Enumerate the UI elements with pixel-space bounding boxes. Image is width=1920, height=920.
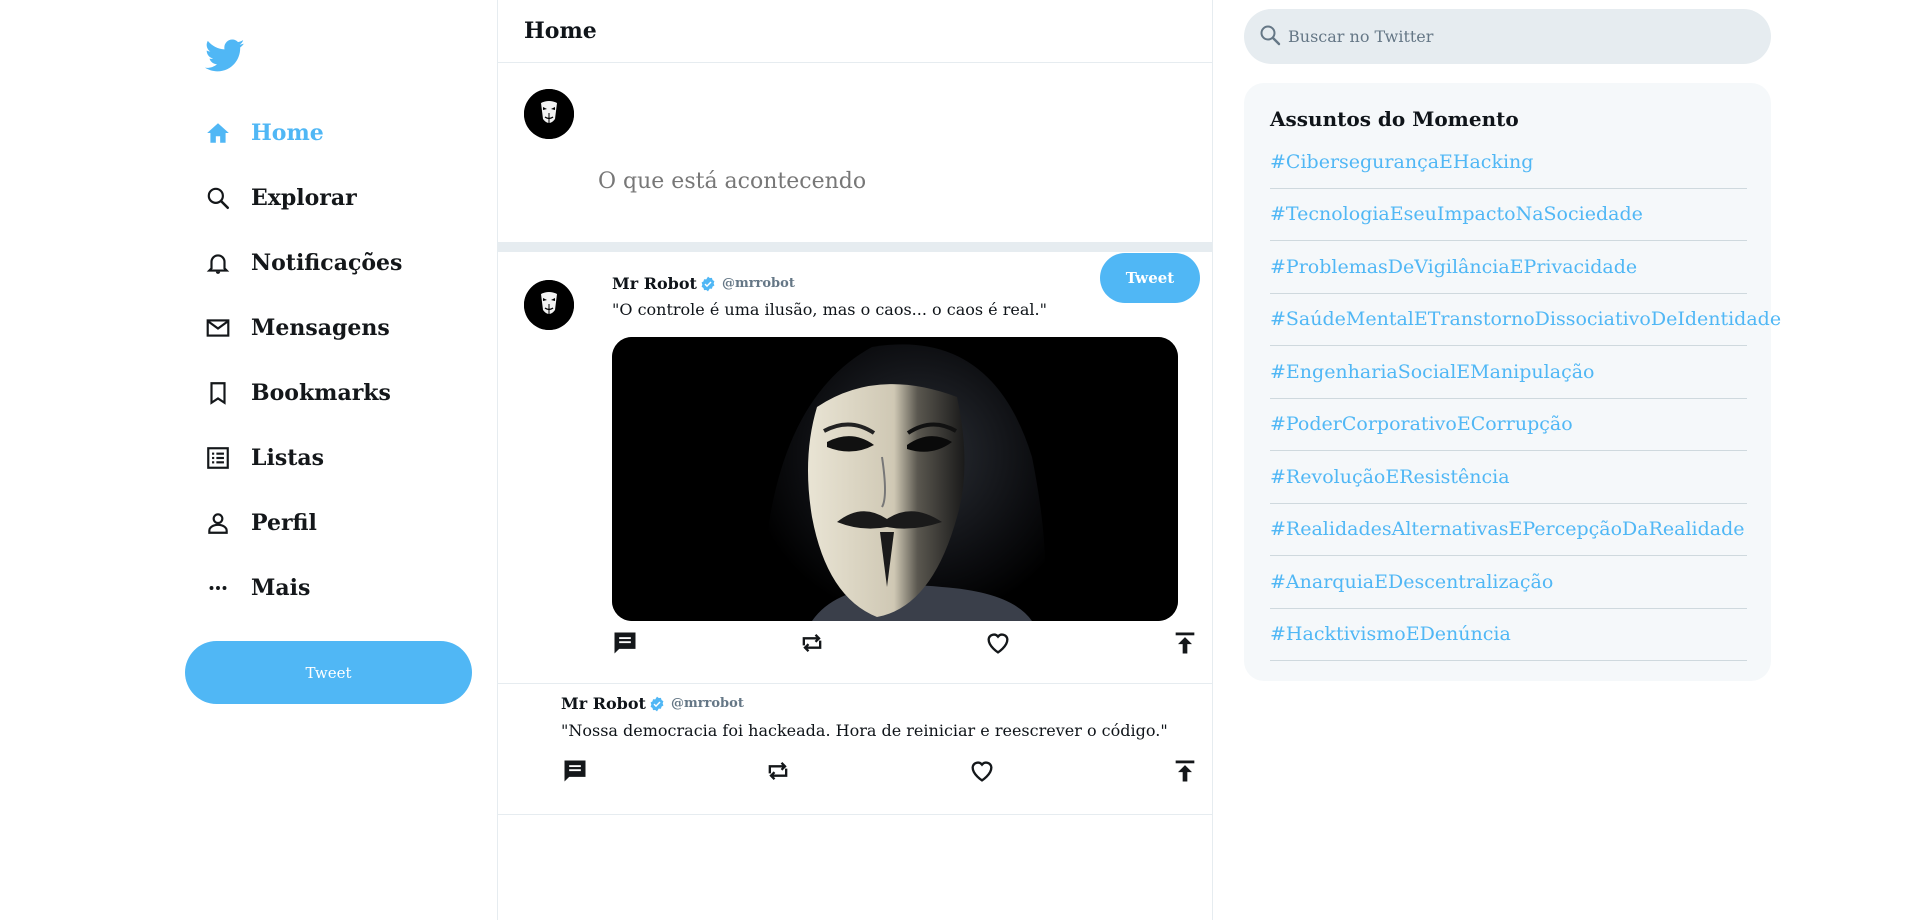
avatar[interactable]: [524, 89, 574, 139]
trend-label: #HacktivismoEDenúncia: [1270, 623, 1511, 646]
trend-item[interactable]: #HacktivismoEDenúncia: [1270, 609, 1747, 661]
trend-label: #RealidadesAlternativasEPercepçãoDaReali…: [1270, 518, 1745, 541]
sidebar-item-label: Mais: [251, 574, 311, 601]
trends-title: Assuntos do Momento: [1270, 107, 1519, 131]
trend-label: #AnarquiaEDescentralização: [1270, 570, 1554, 593]
sidebar-item-mais[interactable]: Mais: [203, 555, 473, 620]
bell-icon: [203, 248, 233, 278]
sidebar-item-explorar[interactable]: Explorar: [203, 165, 473, 230]
trend-item[interactable]: #SaúdeMentalETranstornoDissociativoDeIde…: [1270, 294, 1781, 346]
share-icon[interactable]: [1170, 756, 1200, 786]
comment-icon[interactable]: [560, 756, 590, 786]
retweet-icon[interactable]: [763, 756, 793, 786]
page-title: Home: [524, 18, 597, 44]
trend-item[interactable]: #EngenhariaSocialEManipulação: [1270, 346, 1747, 399]
user-handle[interactable]: @mrrobot: [671, 696, 744, 711]
heart-icon[interactable]: [983, 628, 1013, 658]
trends-panel: Assuntos do Momento #CibersegurançaEHack…: [1244, 83, 1781, 681]
trend-label: #RevoluçãoEResistência: [1270, 465, 1510, 488]
home-icon: [203, 118, 233, 148]
more-icon: [203, 573, 233, 603]
sidebar-item-label: Mensagens: [251, 314, 390, 341]
trend-label: #ProblemasDeVigilânciaEPrivacidade: [1270, 255, 1638, 278]
bookmark-icon: [203, 378, 233, 408]
sidebar-item-notificacoes[interactable]: Notificações: [203, 230, 473, 295]
sidebar-tweet-button[interactable]: Tweet: [185, 641, 472, 704]
verified-badge-icon: [700, 276, 716, 292]
sidebar-item-label: Perfil: [251, 509, 317, 536]
search-icon: [1258, 23, 1282, 51]
mail-icon: [203, 313, 233, 343]
sidebar: Home Explorar Notificações Mensagens Boo…: [185, 0, 475, 920]
twitter-bird-icon[interactable]: [205, 38, 245, 74]
search-box: [1244, 9, 1771, 64]
display-name[interactable]: Mr Robot: [612, 274, 697, 293]
tweet-actions: [560, 756, 1200, 786]
tweet-header: Mr Robot @mrrobot: [561, 694, 744, 713]
tweet-image[interactable]: [612, 337, 1178, 621]
trend-item[interactable]: #RealidadesAlternativasEPercepçãoDaReali…: [1270, 504, 1747, 556]
tweet-text: "Nossa democracia foi hackeada. Hora de …: [561, 721, 1168, 740]
trend-label: #TecnologiaEseuImpactoNaSociedade: [1270, 203, 1643, 226]
person-icon: [203, 508, 233, 538]
feed-header: Home: [498, 0, 1212, 63]
sidebar-item-label: Notificações: [251, 249, 403, 276]
trend-label: #CibersegurançaEHacking: [1270, 150, 1534, 173]
tweet-header: Mr Robot @mrrobot: [612, 274, 795, 293]
search-icon: [203, 183, 233, 213]
tweet-text: "O controle é uma ilusão, mas o caos... …: [612, 300, 1047, 319]
tweet[interactable]: Mr Robot @mrrobot "Nossa democracia foi …: [498, 684, 1212, 815]
sidebar-item-bookmarks[interactable]: Bookmarks: [203, 360, 473, 425]
heart-icon[interactable]: [967, 756, 997, 786]
tweet[interactable]: Mr Robot @mrrobot "O controle é uma ilus…: [498, 252, 1212, 684]
trend-item[interactable]: #PoderCorporativoECorrupção: [1270, 399, 1747, 451]
feed: Home Tweet Mr Robot: [497, 0, 1213, 920]
trend-item[interactable]: #TecnologiaEseuImpactoNaSociedade: [1270, 189, 1747, 241]
sidebar-item-label: Home: [251, 119, 324, 146]
sidebar-item-listas[interactable]: Listas: [203, 425, 473, 490]
compose-box: Tweet: [498, 63, 1212, 303]
list-icon: [203, 443, 233, 473]
display-name[interactable]: Mr Robot: [561, 694, 646, 713]
sidebar-item-label: Bookmarks: [251, 379, 391, 406]
share-icon[interactable]: [1170, 628, 1200, 658]
search-input[interactable]: [1288, 27, 1748, 46]
trend-item[interactable]: #ProblemasDeVigilânciaEPrivacidade: [1270, 241, 1747, 294]
trend-item[interactable]: #AnarquiaEDescentralização: [1270, 556, 1747, 609]
user-handle[interactable]: @mrrobot: [722, 276, 795, 291]
retweet-icon[interactable]: [797, 628, 827, 658]
sidebar-item-perfil[interactable]: Perfil: [203, 490, 473, 555]
sidebar-item-label: Explorar: [251, 184, 357, 211]
avatar[interactable]: [524, 280, 574, 330]
trend-label: #PoderCorporativoECorrupção: [1270, 413, 1573, 436]
comment-icon[interactable]: [610, 628, 640, 658]
trend-item[interactable]: #RevoluçãoEResistência: [1270, 451, 1747, 504]
sidebar-item-label: Listas: [251, 444, 325, 471]
trend-label: #SaúdeMentalETranstornoDissociativoDeIde…: [1270, 308, 1782, 331]
compose-input[interactable]: [598, 161, 1158, 201]
trend-item[interactable]: #CibersegurançaEHacking: [1270, 136, 1747, 189]
verified-badge-icon: [649, 696, 665, 712]
tweet-actions: [610, 628, 1200, 658]
main-nav: Home Explorar Notificações Mensagens Boo…: [203, 100, 473, 620]
sidebar-item-home[interactable]: Home: [203, 100, 473, 165]
sidebar-item-mensagens[interactable]: Mensagens: [203, 295, 473, 360]
trend-label: #EngenhariaSocialEManipulação: [1270, 360, 1595, 383]
